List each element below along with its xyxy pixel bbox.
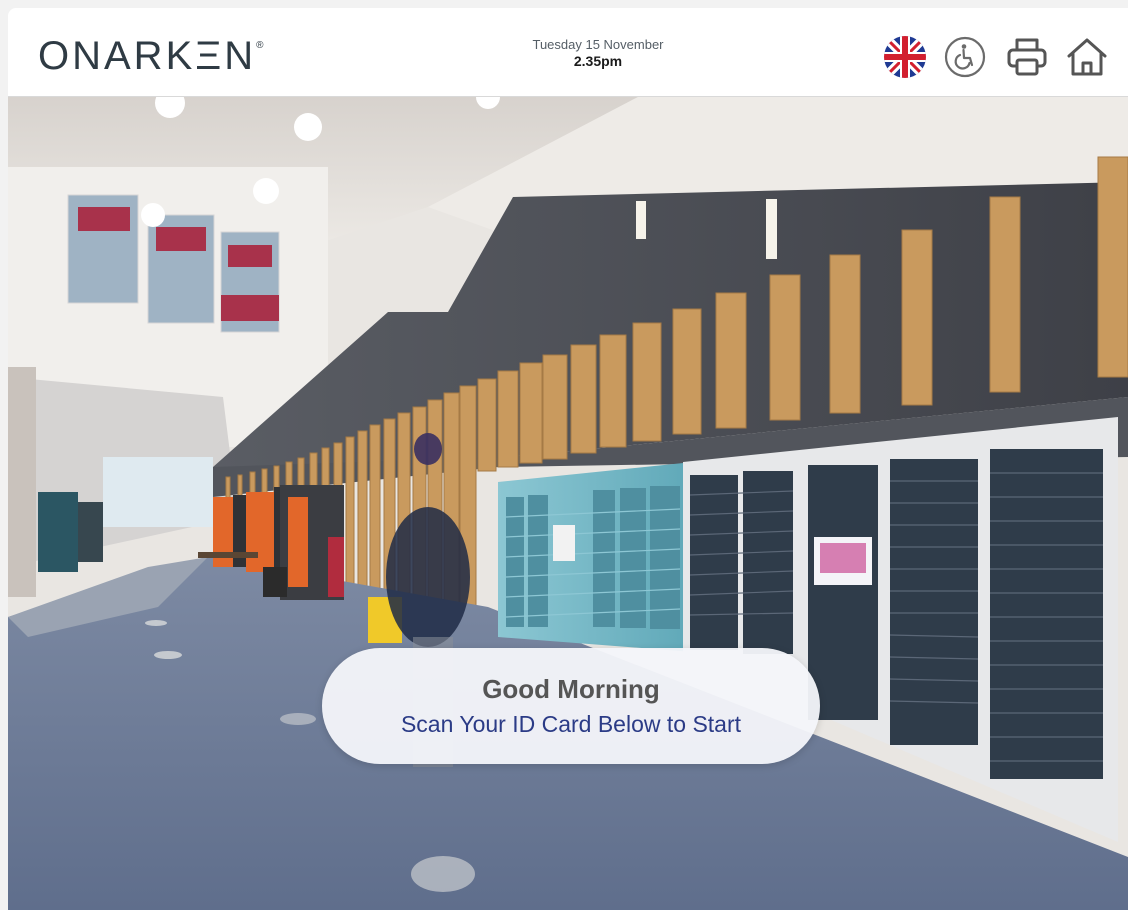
onarken-logo: ONARKΞN® <box>38 34 264 79</box>
library-locker-illustration <box>8 97 1128 910</box>
logo-text: ONARKΞN <box>38 34 257 78</box>
language-button[interactable] <box>882 34 928 80</box>
library-locker-photo <box>8 97 1128 910</box>
scan-id-instruction: Scan Your ID Card Below to Start <box>400 711 742 737</box>
home-icon <box>1067 38 1107 76</box>
printer-icon <box>1007 38 1047 76</box>
current-time: 2.35pm <box>573 53 623 69</box>
greeting-text: Good Morning <box>482 674 660 704</box>
current-date: Tuesday 15 November <box>532 37 664 52</box>
top-header: ONARKΞN® Tuesday 15 November 2.35pm <box>8 8 1128 97</box>
print-button[interactable] <box>1004 34 1050 80</box>
uk-flag-icon <box>884 36 926 78</box>
wheelchair-icon <box>944 36 986 78</box>
home-button[interactable] <box>1064 34 1110 80</box>
logo-trademark: ® <box>256 40 264 51</box>
date-time-display: Tuesday 15 November 2.35pm <box>498 36 698 70</box>
accessibility-button[interactable] <box>942 34 988 80</box>
greeting-banner: Good Morning Scan Your ID Card Below to … <box>322 648 820 764</box>
kiosk-screen: ONARKΞN® Tuesday 15 November 2.35pm Good… <box>0 0 1128 910</box>
